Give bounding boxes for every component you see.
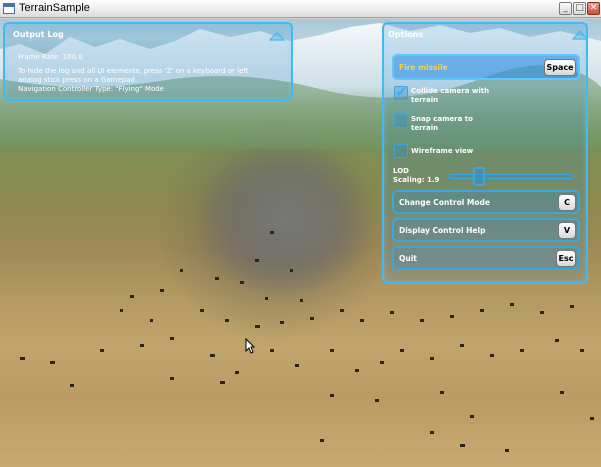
log-line: analog stick press on a Gamepad.	[18, 76, 138, 84]
close-button[interactable]: ✕	[587, 2, 600, 15]
title-bar: TerrainSample _ □ ✕	[0, 0, 601, 18]
lod-slider-thumb[interactable]	[473, 167, 486, 186]
lod-label: LOD	[393, 167, 409, 175]
change-control-mode-button[interactable]: Change Control Mode C	[392, 190, 580, 214]
options-title: Options	[388, 30, 424, 39]
collapse-triangle-icon[interactable]	[269, 31, 285, 41]
esc-key-icon: Esc	[556, 250, 576, 267]
log-line: To hide the log and all UI elements, pre…	[18, 67, 249, 75]
change-control-mode-label: Change Control Mode	[399, 198, 490, 207]
checkmark-icon: ✔	[395, 83, 408, 101]
maximize-button[interactable]: □	[573, 2, 586, 15]
v-key-icon: V	[558, 222, 576, 239]
checkbox-box[interactable]	[394, 114, 408, 128]
snap-camera-label-line2: terrain	[411, 124, 439, 132]
minimize-button[interactable]: _	[559, 2, 572, 15]
fire-missile-label: Fire missile	[399, 63, 448, 72]
options-panel: Options Fire missile Space ✔ Collide cam…	[382, 22, 588, 284]
output-log-title: Output Log	[13, 30, 64, 39]
display-control-help-label: Display Control Help	[399, 226, 486, 235]
fire-missile-button[interactable]: Fire missile Space	[392, 54, 580, 80]
quit-button[interactable]: Quit Esc	[392, 246, 580, 270]
quit-label: Quit	[399, 254, 417, 263]
collide-camera-label-line1: Collide camera with	[411, 87, 490, 95]
wireframe-label: Wireframe view	[411, 147, 474, 155]
window-title: TerrainSample	[19, 2, 90, 14]
collide-camera-label-line2: terrain	[411, 96, 439, 104]
mouse-cursor-icon	[245, 338, 255, 354]
collapse-triangle-icon[interactable]	[572, 30, 588, 40]
app-window-icon	[3, 3, 15, 14]
display-control-help-button[interactable]: Display Control Help V	[392, 218, 580, 242]
checkbox-box[interactable]: ✔	[394, 83, 408, 101]
checkbox-box[interactable]	[394, 144, 408, 158]
space-key-icon: Space	[544, 59, 576, 76]
log-line-frame-rate: Frame Rate: 100.0	[18, 53, 83, 61]
lod-scaling-label: Scaling: 1.9	[393, 176, 440, 184]
lod-slider-track[interactable]	[448, 174, 574, 179]
snap-camera-label: Snap camera to terrain	[411, 115, 473, 133]
collide-camera-label: Collide camera with terrain	[411, 87, 489, 105]
output-log-panel: Output Log Frame Rate: 100.0 To hide the…	[3, 22, 293, 101]
snap-camera-label-line1: Snap camera to	[411, 115, 473, 123]
log-line: Navigation Controller Type: "Flying" Mod…	[18, 85, 164, 93]
c-key-icon: C	[558, 194, 576, 211]
